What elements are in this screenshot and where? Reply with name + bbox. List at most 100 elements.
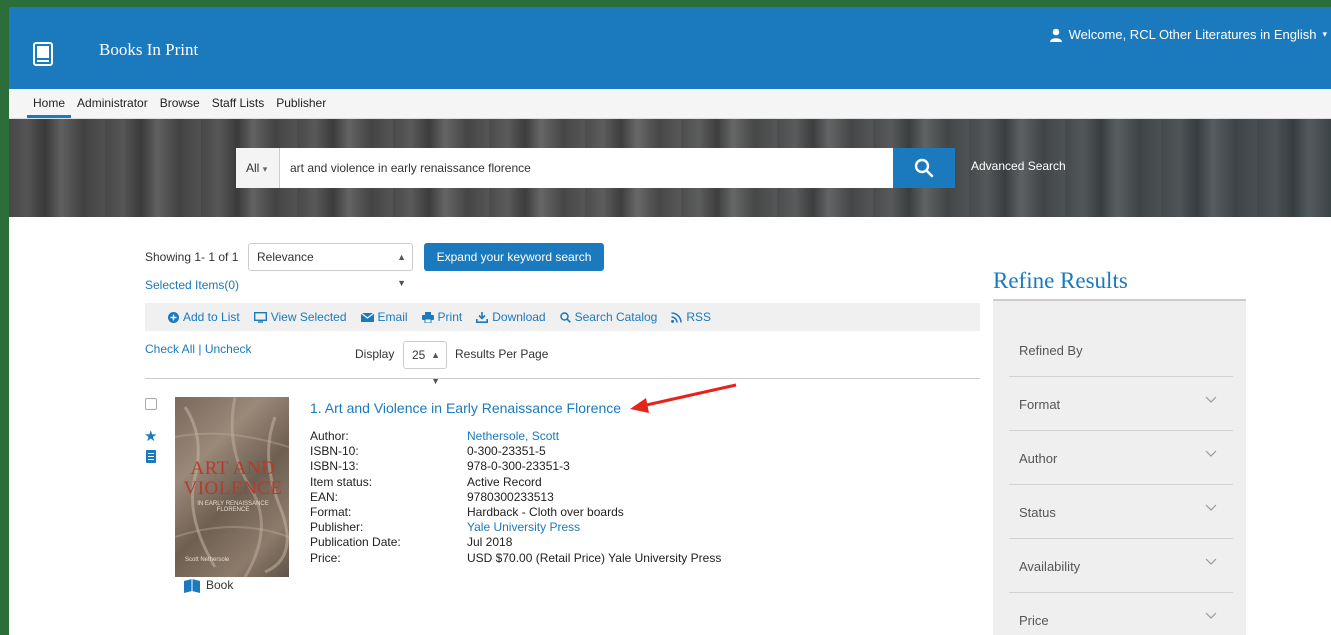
add-to-list-button[interactable]: Add to List	[168, 310, 240, 324]
refined-by-label: Refined By	[1019, 343, 1083, 358]
refined-by-row: Refined By	[1009, 323, 1233, 377]
detail-label: ISBN-13:	[310, 459, 359, 474]
detail-row: Price: USD $70.00 (Retail Price) Yale Uni…	[310, 551, 721, 566]
book-logo-icon	[33, 42, 53, 66]
main-nav: Home Administrator Browse Staff Lists Pu…	[9, 89, 1331, 119]
display-label: Display	[355, 347, 395, 361]
email-button[interactable]: Email	[360, 310, 408, 324]
search-button[interactable]	[893, 148, 955, 188]
star-icon[interactable]: ★	[144, 427, 157, 445]
welcome-text: Welcome, RCL Other Literatures in Englis…	[1068, 27, 1317, 42]
book-cover-image[interactable]: ART AND VIOLENCE IN EARLY RENAISSANCE FL…	[175, 397, 289, 577]
detail-row: ISBN-10: 0-300-23351-5	[310, 444, 721, 459]
add-to-list-label: Add to List	[183, 310, 240, 324]
selected-items-link[interactable]: Selected Items(0)	[145, 278, 239, 292]
search-scope-dropdown[interactable]: All ▾	[236, 148, 280, 188]
book-format-icon	[184, 579, 200, 593]
facet-status[interactable]: Status	[1009, 485, 1233, 539]
rss-label: RSS	[686, 310, 712, 324]
detail-row: Publication Date: Jul 2018	[310, 535, 721, 550]
detail-value: 9780300233513	[467, 489, 554, 504]
detail-value: USD $70.00 (Retail Price) Yale Universit…	[467, 550, 722, 565]
envelope-icon	[360, 312, 374, 322]
chevron-down-icon	[1205, 504, 1217, 511]
facet-availability[interactable]: Availability	[1009, 539, 1233, 593]
monitor-icon	[253, 311, 267, 323]
search-banner: All ▾ Advanced Search	[9, 119, 1331, 217]
search-icon	[559, 311, 571, 323]
result-title-link[interactable]: 1. Art and Violence in Early Renaissance…	[310, 400, 621, 416]
nav-publisher[interactable]: Publisher	[270, 89, 332, 118]
print-label: Print	[437, 310, 463, 324]
author-link[interactable]: Nethersole, Scott	[467, 429, 559, 444]
refine-results-heading: Refine Results	[993, 268, 1128, 293]
detail-row: ISBN-13: 978-0-300-23351-3	[310, 459, 721, 474]
results-divider	[145, 378, 980, 379]
nav-browse[interactable]: Browse	[154, 89, 206, 118]
select-caret-icon: ▲ ▼	[431, 350, 440, 386]
per-page-select[interactable]: 25 ▲ ▼	[403, 341, 447, 386]
search-input[interactable]	[280, 148, 893, 188]
caret-down-icon: ▾	[262, 164, 268, 174]
results-toolbar: Add to List View Selected Email Print Do…	[145, 303, 980, 331]
sort-value: Relevance	[257, 250, 314, 264]
view-selected-button[interactable]: View Selected	[253, 310, 347, 324]
detail-row: Author: Nethersole, Scott	[310, 429, 721, 444]
download-label: Download	[492, 310, 546, 324]
app-title[interactable]: Books In Print	[99, 40, 198, 60]
chevron-down-icon	[1205, 612, 1217, 619]
nav-administrator[interactable]: Administrator	[71, 89, 154, 118]
sort-select[interactable]: Relevance ▲ ▼	[248, 243, 413, 288]
detail-value: Active Record	[467, 474, 542, 489]
rss-button[interactable]: RSS	[671, 310, 711, 324]
plus-circle-icon	[168, 311, 179, 323]
facet-price[interactable]: Price	[1009, 593, 1233, 635]
print-button[interactable]: Print	[421, 310, 463, 324]
check-controls: Check All | Uncheck	[145, 342, 252, 356]
detail-label: Publication Date:	[310, 535, 401, 550]
detail-label: Price:	[310, 550, 341, 565]
facet-format[interactable]: Format	[1009, 377, 1233, 431]
item-details: Author: Nethersole, Scott ISBN-10: 0-300-2…	[310, 429, 721, 566]
facet-author[interactable]: Author	[1009, 431, 1233, 485]
check-all-link[interactable]: Check All	[145, 342, 195, 356]
user-menu[interactable]: Welcome, RCL Other Literatures in Englis…	[1049, 27, 1327, 42]
nav-staff-lists[interactable]: Staff Lists	[206, 89, 270, 118]
cover-author: Scott Nethersole	[185, 557, 230, 563]
detail-label: Author:	[310, 429, 349, 443]
detail-label: EAN:	[310, 489, 339, 504]
detail-label: Item status:	[310, 474, 373, 489]
facet-label: Availability	[1019, 559, 1081, 574]
scope-label: All	[246, 161, 260, 175]
publisher-link[interactable]: Yale University Press	[467, 520, 580, 535]
detail-value: Hardback - Cloth over boards	[467, 505, 624, 520]
email-label: Email	[377, 310, 408, 324]
chevron-down-icon	[1205, 396, 1217, 403]
detail-row: Format: Hardback - Cloth over boards	[310, 505, 721, 520]
search-catalog-button[interactable]: Search Catalog	[559, 310, 658, 324]
per-page-value: 25	[412, 348, 426, 362]
detail-row: EAN: 9780300233513	[310, 490, 721, 505]
chevron-down-icon	[1205, 450, 1217, 457]
view-selected-label: View Selected	[270, 310, 347, 324]
search-catalog-label: Search Catalog	[574, 310, 658, 324]
printer-icon	[421, 311, 434, 323]
document-icon[interactable]	[146, 450, 156, 463]
item-checkbox[interactable]	[145, 398, 157, 410]
advanced-search-link[interactable]: Advanced Search	[971, 159, 1066, 173]
facet-label: Author	[1019, 451, 1058, 466]
download-button[interactable]: Download	[476, 310, 546, 324]
detail-row: Publisher: Yale University Press	[310, 520, 721, 535]
results-per-page-label: Results Per Page	[455, 347, 549, 361]
search-bar: All ▾	[236, 148, 955, 188]
download-icon	[476, 311, 489, 323]
facet-label: Status	[1019, 505, 1056, 520]
nav-home[interactable]: Home	[27, 89, 72, 118]
facet-label: Price	[1019, 613, 1049, 628]
cover-title: ART AND VIOLENCE	[183, 458, 283, 499]
uncheck-link[interactable]: Uncheck	[205, 342, 252, 356]
search-icon	[914, 158, 934, 178]
app-header: Books In Print Welcome, RCL Other Litera…	[9, 7, 1331, 89]
expand-keyword-search-button[interactable]: Expand your keyword search	[424, 243, 604, 271]
cover-subtitle: IN EARLY RENAISSANCE FLORENCE	[197, 501, 269, 513]
